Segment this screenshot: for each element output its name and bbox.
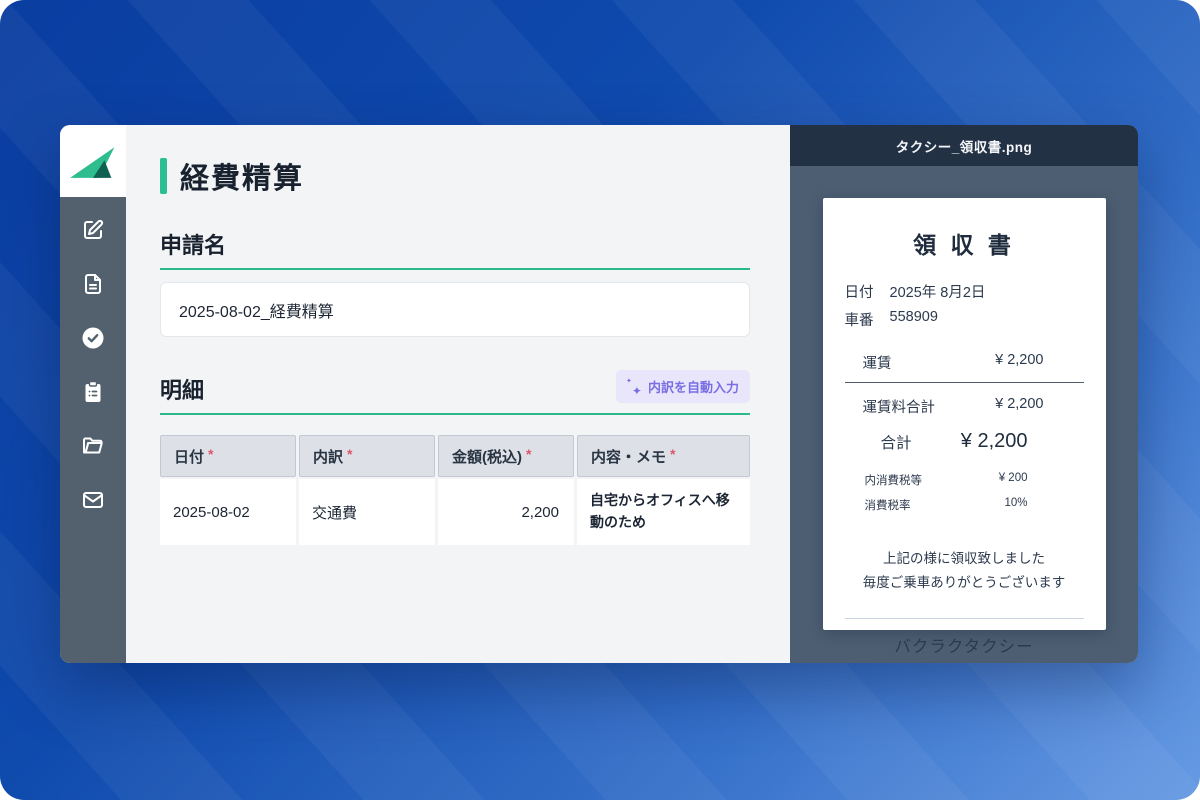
receipt-tax-label: 内消費税等: [865, 472, 923, 488]
check-circle-icon: [81, 326, 105, 350]
clipboard-icon: [81, 380, 105, 404]
required-mark: *: [208, 446, 213, 462]
receipt-date-label: 日付: [845, 281, 874, 302]
receipt-note: 上記の様に領収致しました 毎度ご乗車ありがとうございます: [823, 547, 1106, 594]
cell-memo[interactable]: 自宅からオフィスへ移動のため: [577, 479, 750, 545]
receipt-note-line1: 上記の様に領収致しました: [823, 547, 1106, 571]
table-header-row: 日付 * 内訳 * 金額(税込) * 内容・メモ: [160, 435, 750, 477]
column-header-date: 日付 *: [160, 435, 296, 477]
autofill-breakdown-button[interactable]: ✦ ✦ 内訳を自動入力: [616, 370, 750, 403]
receipt-total-value: ¥ 2,200: [961, 430, 1028, 453]
receipt-divider: [845, 618, 1084, 619]
sparkles-icon: ✦ ✦: [627, 380, 641, 394]
receipt-preview-panel: タクシー_領収書.png 領 収 書 日付 2025年 8月2日 車番 5589…: [790, 125, 1138, 663]
title-accent-bar: [160, 158, 167, 194]
receipt-car-label: 車番: [845, 309, 874, 330]
receipt-tax-rate-row: 消費税率 10%: [823, 497, 1106, 513]
application-name-input[interactable]: [160, 282, 750, 337]
receipt-fare-value: ¥ 2,200: [995, 352, 1043, 373]
app-logo[interactable]: [60, 125, 126, 197]
receipt-tax-row: 内消費税等 ¥ 200: [823, 472, 1106, 488]
app-window: 経費精算 申請名 明細 ✦ ✦ 内訳を自動入力: [60, 125, 1138, 663]
receipt-fare-total-label: 運賃料合計: [863, 396, 936, 417]
receipt-total-label: 合計: [881, 431, 912, 453]
bakuraku-logo-icon: [67, 139, 119, 183]
detail-table: 日付 * 内訳 * 金額(税込) * 内容・メモ: [160, 435, 750, 545]
details-section: 明細 ✦ ✦ 内訳を自動入力 日付 *: [160, 370, 750, 545]
details-header: 明細 ✦ ✦ 内訳を自動入力: [160, 370, 750, 415]
cell-date[interactable]: 2025-08-02: [160, 479, 296, 545]
preview-filename: タクシー_領収書.png: [790, 125, 1138, 166]
receipt-total-row: 合計 ¥ 2,200: [823, 430, 1106, 453]
receipt-fare-total-row: 運賃料合計 ¥ 2,200: [823, 396, 1106, 417]
receipt-date-row: 日付 2025年 8月2日: [823, 281, 1106, 302]
application-name-header: 申請名: [160, 228, 750, 270]
edit-icon: [81, 218, 105, 242]
receipt-company-name: バクラクタクシー: [823, 633, 1106, 657]
sidebar-nav: [60, 197, 126, 514]
receipt-note-line2: 毎度ご乗車ありがとうございます: [823, 571, 1106, 595]
column-header-amount: 金額(税込) *: [438, 435, 574, 477]
receipt-fare-row: 運賃 ¥ 2,200: [823, 352, 1106, 373]
receipt-car-value: 558909: [890, 309, 938, 330]
column-header-category: 内訳 *: [299, 435, 435, 477]
receipt-fare-total-value: ¥ 2,200: [995, 396, 1043, 417]
required-mark: *: [526, 446, 531, 462]
application-name-section: 申請名: [160, 228, 750, 337]
receipt-tax-rate-label: 消費税率: [865, 497, 911, 513]
sidebar-item-mail[interactable]: [79, 486, 107, 514]
autofill-button-label: 内訳を自動入力: [648, 377, 739, 396]
sidebar: [60, 125, 126, 663]
sidebar-item-files[interactable]: [79, 432, 107, 460]
sidebar-item-documents[interactable]: [79, 270, 107, 298]
cell-category[interactable]: 交通費: [299, 479, 435, 545]
table-row: 2025-08-02 交通費 2,200 自宅からオフィスへ移動のため: [160, 479, 750, 545]
folder-icon: [81, 434, 105, 458]
cell-amount[interactable]: 2,200: [438, 479, 574, 545]
receipt-car-row: 車番 558909: [823, 309, 1106, 330]
document-icon: [81, 272, 105, 296]
column-header-memo: 内容・メモ *: [577, 435, 750, 477]
expense-form: 経費精算 申請名 明細 ✦ ✦ 内訳を自動入力: [126, 125, 790, 663]
mail-icon: [81, 488, 105, 512]
receipt-tax-value: ¥ 200: [999, 472, 1028, 488]
sidebar-item-tasks[interactable]: [79, 378, 107, 406]
page-title-row: 経費精算: [160, 155, 750, 197]
preview-body: 領 収 書 日付 2025年 8月2日 車番 558909 運賃 ¥ 2,200: [790, 166, 1138, 663]
details-label: 明細: [160, 373, 204, 405]
required-mark: *: [347, 446, 352, 462]
desktop-background: 経費精算 申請名 明細 ✦ ✦ 内訳を自動入力: [0, 0, 1200, 800]
receipt-image[interactable]: 領 収 書 日付 2025年 8月2日 車番 558909 運賃 ¥ 2,200: [823, 198, 1106, 630]
receipt-tax-rate-value: 10%: [1004, 497, 1027, 513]
receipt-date-value: 2025年 8月2日: [890, 281, 986, 302]
sidebar-item-approvals[interactable]: [79, 324, 107, 352]
application-name-label: 申請名: [160, 228, 226, 260]
receipt-fare-label: 運賃: [863, 352, 892, 373]
required-mark: *: [670, 446, 675, 462]
receipt-fare-underline: [845, 382, 1084, 383]
page-title: 経費精算: [180, 155, 304, 197]
receipt-title: 領 収 書: [823, 226, 1106, 260]
sidebar-item-compose[interactable]: [79, 216, 107, 244]
